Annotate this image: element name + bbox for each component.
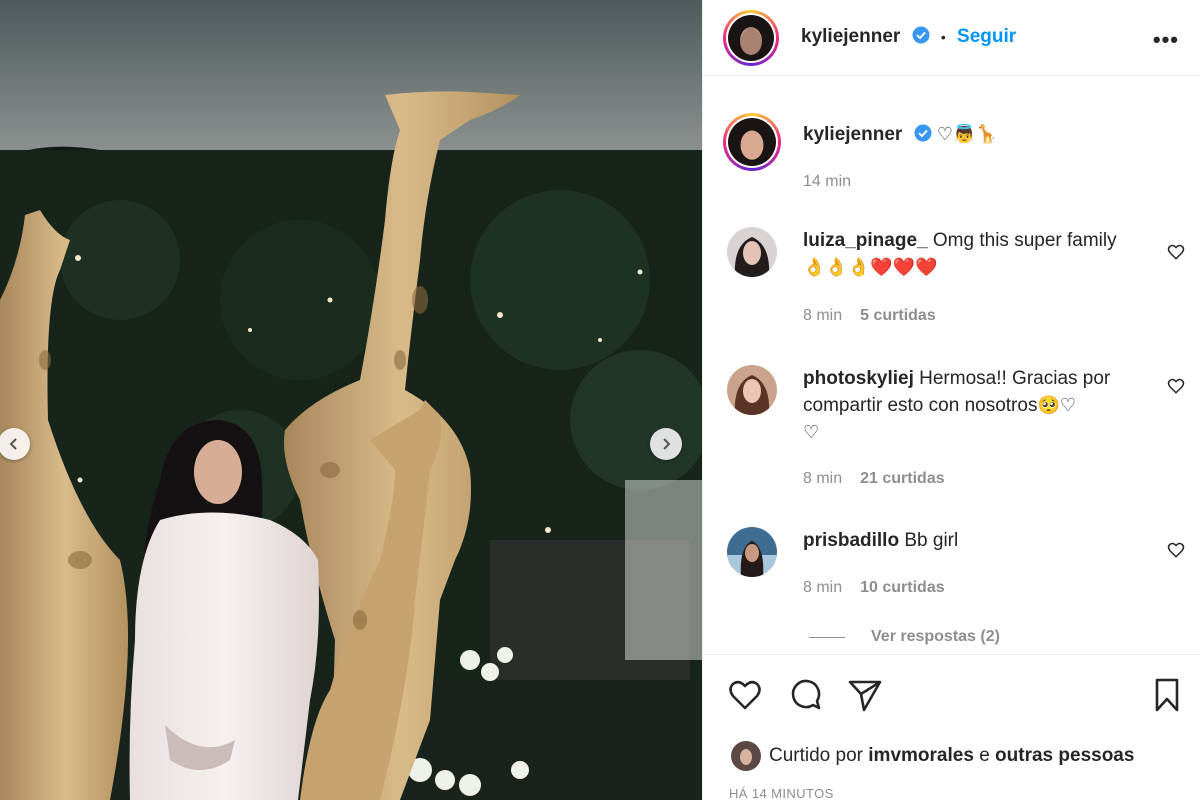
comment-time: 8 min <box>803 470 843 487</box>
verified-badge-icon <box>914 124 932 142</box>
comment-like-heart-icon[interactable] <box>1167 243 1185 261</box>
post-header: kyliejenner • Seguir ••• <box>703 0 1200 76</box>
caption-emojis: ♡👼🦒 <box>936 124 998 145</box>
comment-emojis: 👌👌👌❤️❤️❤️ <box>803 257 938 278</box>
comment-meta: 8 min 5 curtidas <box>803 307 936 325</box>
comment-emojis: 🥺♡ <box>1037 395 1077 416</box>
view-replies-button[interactable]: Ver respostas (2) <box>809 628 1000 646</box>
liked-by-line: Curtido por imvmorales e outras pessoas <box>731 741 1134 771</box>
comment-meta: 8 min 10 curtidas <box>803 579 945 597</box>
view-replies-label: Ver respostas (2) <box>871 628 1000 645</box>
commenter-avatar[interactable] <box>727 365 777 415</box>
caption-avatar-image <box>728 118 776 166</box>
comment-body: Bb girl <box>904 530 959 551</box>
comment-likes[interactable]: 10 curtidas <box>860 579 944 596</box>
carousel-next-button[interactable] <box>650 428 682 460</box>
caption-text: kyliejenner ♡👼🦒 <box>803 121 1148 148</box>
comment-text: luiza_pinage_ Omg this super family 👌👌👌❤… <box>803 227 1148 281</box>
comment-meta: 8 min 21 curtidas <box>803 470 945 488</box>
comment-bubble-icon[interactable] <box>787 677 823 713</box>
comment-username[interactable]: photoskyliej <box>803 368 914 389</box>
header-user-line: kyliejenner • Seguir <box>801 26 1016 48</box>
photo-scene <box>0 0 702 800</box>
caption-avatar[interactable] <box>723 113 781 171</box>
comment-likes[interactable]: 21 curtidas <box>860 470 944 487</box>
post-timestamp[interactable]: HÁ 14 MINUTOS <box>729 786 834 800</box>
separator-dot: • <box>940 29 946 45</box>
liked-by-user[interactable]: imvmorales <box>868 745 974 767</box>
comment-like-heart-icon[interactable] <box>1167 377 1185 395</box>
comment-like-heart-icon[interactable] <box>1167 541 1185 559</box>
save-bookmark-icon[interactable] <box>1149 677 1185 713</box>
comment-emojis-line2: ♡ <box>803 422 820 443</box>
liked-by-prefix: Curtido por <box>769 745 863 766</box>
commenter-avatar[interactable] <box>727 227 777 277</box>
author-avatar[interactable] <box>723 10 779 66</box>
post-sidebar: kyliejenner • Seguir ••• kyliejenner ♡👼🦒… <box>702 0 1200 800</box>
comment-item: photoskyliej Hermosa!! Gracias por compa… <box>703 361 1200 501</box>
like-heart-icon[interactable] <box>727 677 763 713</box>
comment-item: prisbadillo Bb girl 8 min 10 curtidas <box>703 525 1200 605</box>
author-username[interactable]: kyliejenner <box>801 26 900 47</box>
more-options-button[interactable]: ••• <box>1153 27 1179 53</box>
share-send-icon[interactable] <box>847 677 883 713</box>
comment-text: prisbadillo Bb girl <box>803 527 1148 554</box>
caption-time: 14 min <box>803 173 852 190</box>
chevron-left-icon <box>9 438 17 450</box>
liked-by-conj: e <box>979 745 990 766</box>
comments-list[interactable]: kyliejenner ♡👼🦒 14 min luiza_pinage_ Omg… <box>703 77 1200 654</box>
caption: kyliejenner ♡👼🦒 14 min <box>703 77 1200 207</box>
comment-body: Omg this super family <box>932 230 1117 251</box>
post-photo[interactable] <box>0 0 702 800</box>
comment-text: photoskyliej Hermosa!! Gracias por compa… <box>803 365 1148 446</box>
comment-username[interactable]: luiza_pinage_ <box>803 230 928 251</box>
follow-button[interactable]: Seguir <box>957 26 1016 47</box>
commenter-avatar[interactable] <box>727 527 777 577</box>
comment-time: 8 min <box>803 579 843 596</box>
replies-divider <box>809 636 845 638</box>
liked-by-others[interactable]: outras pessoas <box>995 745 1134 767</box>
comment-item: luiza_pinage_ Omg this super family 👌👌👌❤… <box>703 225 1200 335</box>
caption-username[interactable]: kyliejenner <box>803 124 902 145</box>
comment-likes[interactable]: 5 curtidas <box>860 307 936 324</box>
liker-avatar[interactable] <box>731 741 761 771</box>
comment-time: 8 min <box>803 307 843 324</box>
post-actions: Curtido por imvmorales e outras pessoas … <box>703 654 1200 800</box>
verified-badge-icon <box>912 26 930 44</box>
comment-username[interactable]: prisbadillo <box>803 530 899 551</box>
chevron-right-icon <box>663 438 671 450</box>
author-avatar-image <box>728 15 774 61</box>
